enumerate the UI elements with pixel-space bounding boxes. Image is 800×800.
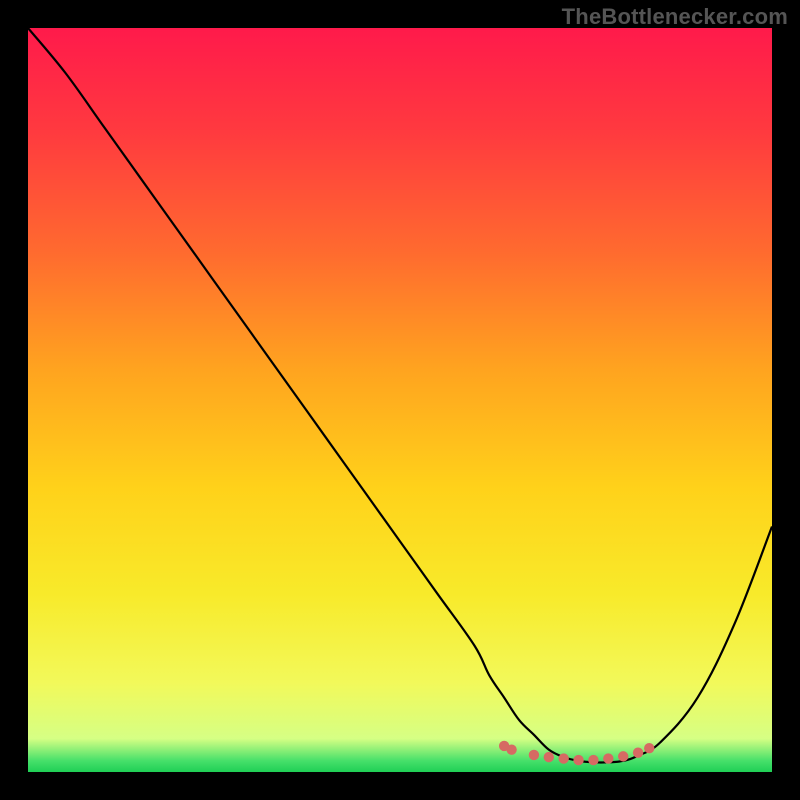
optimal-marker [544, 752, 554, 762]
optimal-marker [573, 755, 583, 765]
optimal-marker [633, 747, 643, 757]
attribution-text: TheBottlenecker.com [562, 4, 788, 30]
optimal-marker [618, 751, 628, 761]
plot-area [28, 28, 772, 772]
optimal-marker [529, 750, 539, 760]
chart-svg [28, 28, 772, 772]
optimal-marker [644, 743, 654, 753]
optimal-marker [558, 753, 568, 763]
gradient-background [28, 28, 772, 772]
optimal-marker [506, 744, 516, 754]
optimal-marker [603, 753, 613, 763]
figure-frame: TheBottlenecker.com [0, 0, 800, 800]
optimal-marker [588, 755, 598, 765]
